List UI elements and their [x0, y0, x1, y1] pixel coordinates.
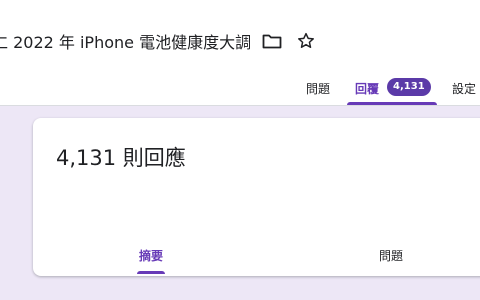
tab-settings[interactable]: 設定: [452, 72, 476, 105]
tab-responses[interactable]: 回覆 4,131: [355, 72, 431, 105]
tab-questions-label: 問題: [306, 82, 331, 96]
title-row: 仁 2022 年 iPhone 電池健康度大調: [0, 27, 319, 55]
tab-settings-label: 設定: [452, 82, 477, 96]
app-header: 仁 2022 年 iPhone 電池健康度大調 問題 回覆 4,131 設定: [0, 0, 480, 106]
card-tab-summary[interactable]: 摘要: [139, 247, 163, 264]
form-tabs: 問題 回覆 4,131 設定: [0, 72, 480, 105]
card-active-tab-indicator: [137, 271, 165, 274]
folder-icon[interactable]: [259, 28, 285, 54]
responses-summary-card: 4,131 則回應 摘要 問題: [33, 118, 480, 276]
response-count-badge: 4,131: [387, 78, 431, 96]
forms-responses-page: 仁 2022 年 iPhone 電池健康度大調 問題 回覆 4,131 設定 4…: [0, 0, 480, 300]
star-icon[interactable]: [293, 28, 319, 54]
card-tab-questions[interactable]: 問題: [379, 247, 403, 264]
active-tab-indicator: [347, 102, 437, 105]
tab-responses-label: 回覆: [355, 82, 380, 96]
response-count-heading: 4,131 則回應: [56, 146, 186, 170]
document-title[interactable]: 仁 2022 年 iPhone 電池健康度大調: [0, 29, 251, 53]
tab-questions[interactable]: 問題: [306, 72, 330, 105]
